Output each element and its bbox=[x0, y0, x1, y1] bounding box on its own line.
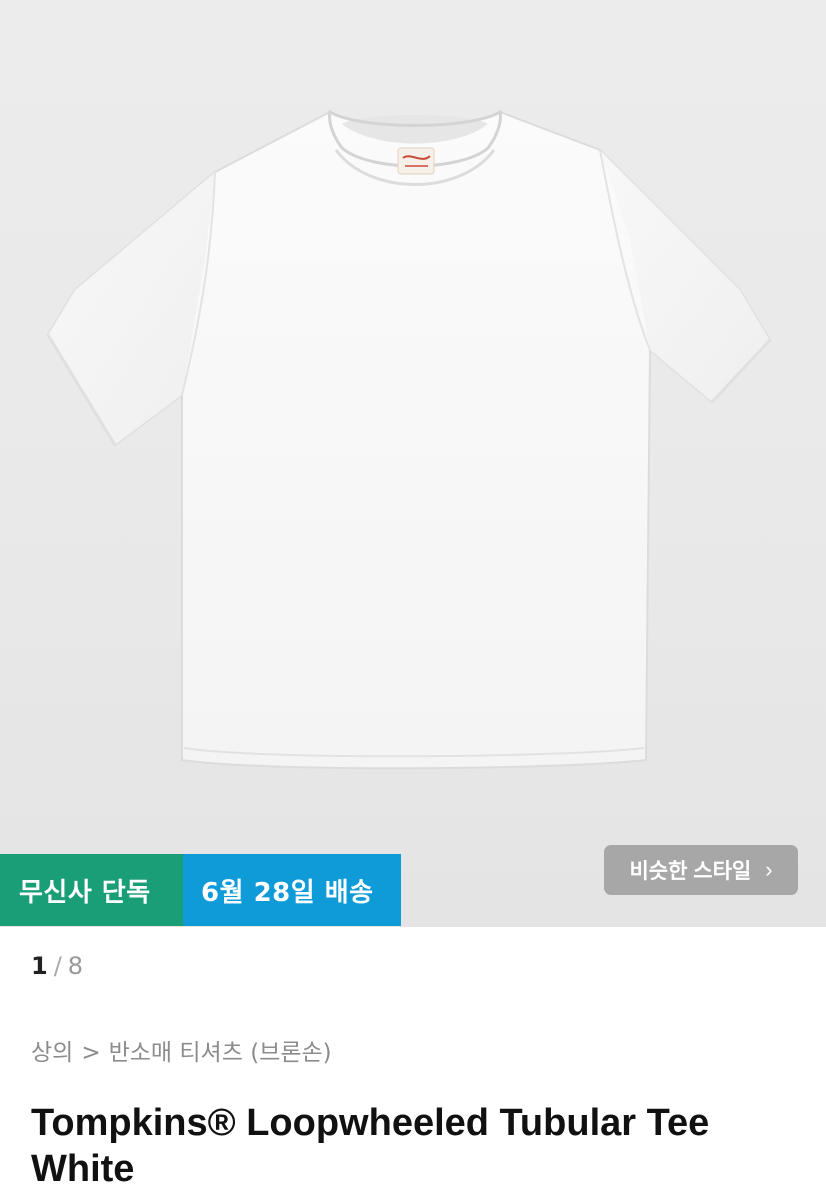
breadcrumb: 상의 > 반소매 티셔츠 (브론손) bbox=[31, 1033, 332, 1067]
pager-current: 1 bbox=[31, 952, 48, 980]
product-page: 무신사 단독 6월 28일 배송 비슷한 스타일 › 1/8 상의 > 반소매 티셔… bbox=[0, 0, 826, 1200]
similar-style-button[interactable]: 비슷한 스타일 › bbox=[604, 845, 798, 895]
exclusive-badge-label: 무신사 단독 bbox=[19, 877, 151, 908]
product-image[interactable]: 무신사 단독 6월 28일 배송 비슷한 스타일 › bbox=[0, 0, 826, 927]
delivery-date-badge: 6월 28일 배송 bbox=[183, 854, 401, 926]
white-tshirt-image bbox=[46, 109, 772, 770]
image-pager: 1/8 bbox=[31, 952, 83, 980]
breadcrumb-arrow: > bbox=[81, 1040, 101, 1066]
breadcrumb-subcategory[interactable]: 반소매 티셔츠 (브론손) bbox=[109, 1040, 332, 1066]
chevron-right-icon: › bbox=[765, 857, 773, 882]
delivery-date-label: 6월 28일 배송 bbox=[201, 877, 374, 908]
product-title: Tompkins® Loopwheeled Tubular Tee White bbox=[31, 1102, 710, 1190]
pager-separator: / bbox=[53, 952, 62, 980]
similar-style-label: 비슷한 스타일 bbox=[629, 860, 752, 883]
breadcrumb-category[interactable]: 상의 bbox=[31, 1040, 73, 1066]
pager-total: 8 bbox=[67, 952, 84, 980]
exclusive-badge: 무신사 단독 bbox=[0, 854, 183, 926]
